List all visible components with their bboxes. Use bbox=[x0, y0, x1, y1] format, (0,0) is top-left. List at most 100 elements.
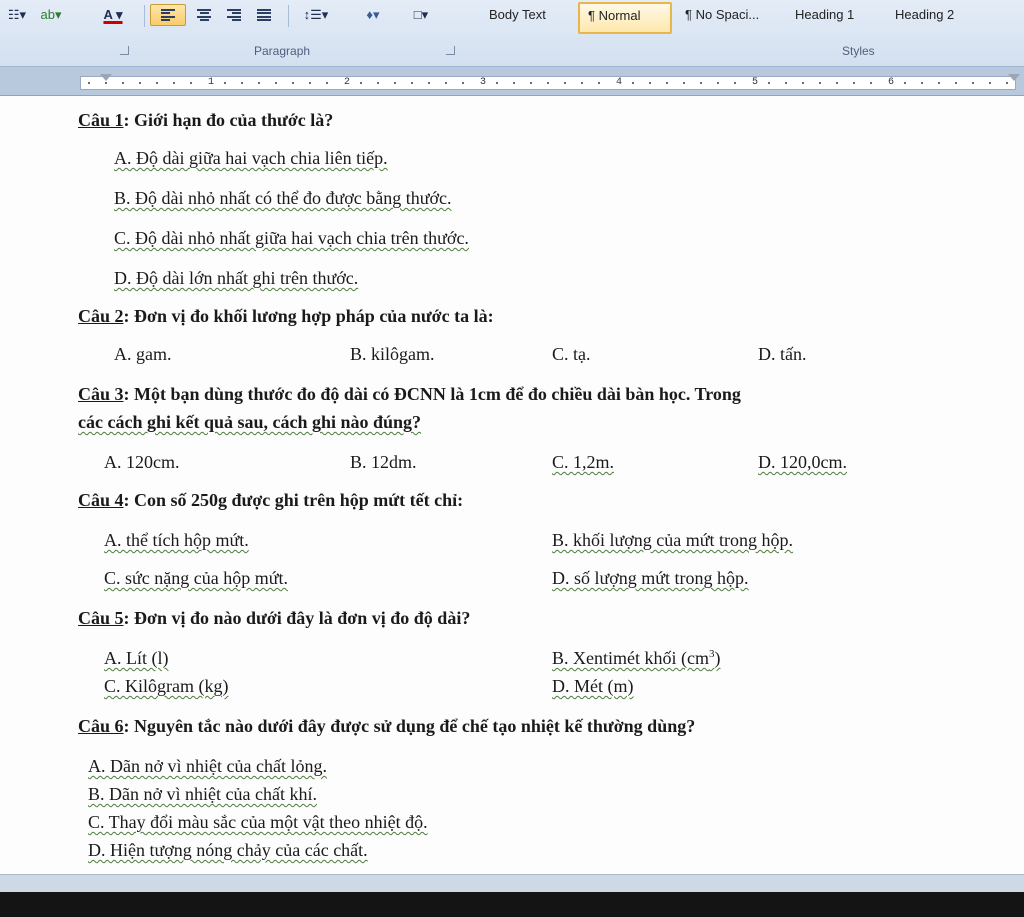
ruler-tick bbox=[666, 82, 668, 84]
ruler-tick bbox=[802, 82, 804, 84]
line-spacing-icon[interactable]: ↕☰▾ bbox=[296, 4, 336, 26]
horizontal-scrollbar[interactable] bbox=[0, 874, 1024, 892]
ruler-tick bbox=[190, 82, 192, 84]
align-left-icon bbox=[161, 9, 175, 21]
style-heading-1[interactable]: Heading 1 bbox=[786, 2, 882, 34]
toolbar-separator bbox=[144, 5, 145, 27]
ruler-tick bbox=[632, 82, 634, 84]
ruler-number: 4 bbox=[616, 77, 623, 88]
shading-icon[interactable]: ☷▾ bbox=[2, 4, 32, 26]
align-center-button[interactable] bbox=[190, 4, 218, 26]
ruler-tick bbox=[734, 82, 736, 84]
question-2: Câu 2: Đơn vị đo khối lương hợp pháp của… bbox=[78, 306, 494, 327]
answer-b: B. Xentimét khối (cm3) bbox=[552, 648, 720, 669]
answer-c: C. tạ. bbox=[552, 344, 591, 364]
answer-d: D. tấn. bbox=[758, 344, 807, 364]
answer-b: B. kilôgam. bbox=[350, 344, 435, 364]
ruler-tick bbox=[88, 82, 90, 84]
question-text: : Một bạn dùng thước đo độ dài có ĐCNN l… bbox=[123, 384, 741, 404]
answer-d: D. Độ dài lớn nhất ghi trên thước. bbox=[114, 268, 359, 288]
toolbar-separator bbox=[288, 5, 289, 27]
style-body-text[interactable]: Body Text bbox=[480, 2, 574, 34]
horizontal-ruler[interactable]: 1 2 3 4 5 6 bbox=[0, 67, 1024, 96]
question-text: : Đơn vị đo khối lương hợp pháp của nước… bbox=[123, 306, 494, 326]
answer-b: B. Dãn nở vì nhiệt của chất khí. bbox=[88, 784, 317, 804]
ruler-tick bbox=[173, 82, 175, 84]
align-right-icon bbox=[227, 9, 241, 21]
style-normal[interactable]: ¶ Normal bbox=[578, 2, 672, 34]
font-dialog-launcher[interactable] bbox=[120, 46, 129, 55]
ruler-tick bbox=[513, 82, 515, 84]
answer-d: D. Hiện tượng nóng chảy của các chất. bbox=[88, 840, 368, 860]
style-label: Heading 2 bbox=[895, 7, 955, 22]
ruler-number: 6 bbox=[888, 77, 895, 88]
ruler-tick bbox=[156, 82, 158, 84]
answer-a: A. Độ dài giữa hai vạch chia liên tiếp. bbox=[114, 148, 388, 168]
ruler-tick bbox=[904, 82, 906, 84]
ruler-tick bbox=[955, 82, 957, 84]
ruler-tick bbox=[768, 82, 770, 84]
ruler-tick bbox=[581, 82, 583, 84]
ruler-tick bbox=[683, 82, 685, 84]
font-color-icon[interactable]: A ▾ bbox=[92, 4, 134, 26]
question-number: Câu 2 bbox=[78, 306, 124, 326]
ruler-tick bbox=[547, 82, 549, 84]
ruler-tick bbox=[564, 82, 566, 84]
answer-a: A. thể tích hộp mứt. bbox=[104, 530, 249, 550]
style-heading-2[interactable]: Heading 2 bbox=[886, 2, 986, 34]
question-3: Câu 3: Một bạn dùng thước đo độ dài có Đ… bbox=[78, 384, 741, 405]
answer-c: C. Độ dài nhỏ nhất giữa hai vạch chia tr… bbox=[114, 228, 469, 248]
answer-text: B. Xentimét khối (cm bbox=[552, 648, 709, 668]
ruler-tick bbox=[411, 82, 413, 84]
ruler-tick bbox=[139, 82, 141, 84]
question-6: Câu 6: Nguyên tắc nào dưới đây được sử d… bbox=[78, 716, 695, 737]
ruler-tick bbox=[394, 82, 396, 84]
question-number: Câu 5 bbox=[78, 608, 124, 628]
question-1: Câu 1: Giới hạn đo của thước là? bbox=[78, 110, 333, 131]
ruler-tick bbox=[309, 82, 311, 84]
ruler-number: 1 bbox=[208, 77, 215, 88]
right-indent-marker[interactable] bbox=[1008, 74, 1020, 81]
borders-icon[interactable]: □▾ bbox=[402, 4, 440, 26]
ruler-tick bbox=[785, 82, 787, 84]
ruler-tick bbox=[870, 82, 872, 84]
justify-icon bbox=[257, 9, 271, 21]
ruler-tick bbox=[921, 82, 923, 84]
answer-c: C. sức nặng của hộp mứt. bbox=[104, 568, 288, 588]
paragraph-dialog-launcher[interactable] bbox=[446, 46, 455, 55]
question-number: Câu 1 bbox=[78, 110, 124, 130]
ruler-tick bbox=[819, 82, 821, 84]
align-right-button[interactable] bbox=[220, 4, 248, 26]
justify-button[interactable] bbox=[250, 4, 278, 26]
answer-c: C. Kilôgram (kg) bbox=[104, 676, 229, 696]
answer-b: B. khối lượng của mứt trong hộp. bbox=[552, 530, 794, 550]
paint-bucket-icon[interactable]: ♦▾ bbox=[350, 4, 396, 26]
ruler-tick bbox=[326, 82, 328, 84]
question-text: : Giới hạn đo của thước là? bbox=[123, 110, 334, 130]
highlight-color-icon[interactable]: ab▾ bbox=[36, 4, 66, 26]
ruler-tick bbox=[649, 82, 651, 84]
answer-d: D. số lượng mứt trong hộp. bbox=[552, 568, 749, 588]
answer-d: D. Mét (m) bbox=[552, 676, 634, 696]
question-number: Câu 3 bbox=[78, 384, 124, 404]
style-label: Heading 1 bbox=[795, 7, 855, 22]
answer-a: A. Dãn nở vì nhiệt của chất lỏng. bbox=[88, 756, 327, 776]
question-text: : Nguyên tắc nào dưới đây được sử dụng đ… bbox=[123, 716, 696, 736]
style-label: Body Text bbox=[489, 7, 546, 22]
question-5: Câu 5: Đơn vị đo nào dưới đây là đơn vị … bbox=[78, 608, 470, 629]
style-no-spacing[interactable]: ¶ No Spaci... bbox=[676, 2, 784, 34]
first-line-indent-marker[interactable] bbox=[100, 74, 112, 81]
align-left-button[interactable] bbox=[150, 4, 186, 26]
ruler-tick bbox=[462, 82, 464, 84]
ruler-number: 3 bbox=[480, 77, 487, 88]
answer-c: C. Thay đổi màu sắc của một vật theo nhi… bbox=[88, 812, 428, 832]
ruler-tick bbox=[700, 82, 702, 84]
ruler-tick bbox=[258, 82, 260, 84]
question-number: Câu 4 bbox=[78, 490, 124, 510]
question-4: Câu 4: Con số 250g được ghi trên hộp mứt… bbox=[78, 490, 463, 511]
document-page[interactable]: Câu 1: Giới hạn đo của thước là? A. Độ d… bbox=[0, 96, 1024, 874]
align-center-icon bbox=[197, 9, 211, 21]
answer-d: D. 120,0cm. bbox=[758, 452, 847, 472]
answer-text: ) bbox=[714, 648, 721, 668]
ruler-tick bbox=[598, 82, 600, 84]
